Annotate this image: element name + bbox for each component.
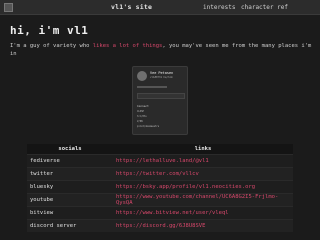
table-row: twitter https://twitter.com/vllcv [27,166,293,180]
interests-link[interactable]: likes a lot of things [93,43,163,49]
social-name: bitview [27,205,113,219]
site-logo-icon[interactable] [4,3,13,12]
card-status-box [137,93,185,99]
social-link[interactable]: https://discord.gg/6J8U8SVE [113,218,293,232]
card-row: CLOSE [137,110,144,113]
nav-link-interests[interactable]: interests [203,4,236,11]
socials-table: socials links fediverse https://lethallu… [27,144,293,232]
intro-text-start: I'm a guy of variety who [10,43,93,49]
column-header-links: links [113,144,293,154]
social-link[interactable]: https://www.bitview.net/user/vleql [113,205,293,219]
social-name: bluesky [27,179,113,193]
social-name: twitter [27,166,113,180]
intro-paragraph: I'm a guy of variety who likes a lot of … [10,42,315,58]
card-row: pilot/dosmaestro [137,125,160,128]
top-nav-bar: vl1's site interests character ref [0,0,320,15]
social-link[interactable]: https://lethalluve.land/@vl1 [113,153,293,167]
table-row: fediverse https://lethalluve.land/@vl1 [27,153,293,167]
card-section-title: Connect [137,104,149,108]
table-header-row: socials links [27,144,293,154]
table-row: bluesky https://bsky.app/profile/vl1.neo… [27,179,293,193]
site-title[interactable]: vl1's site [111,3,152,11]
social-link[interactable]: https://bsky.app/profile/vl1.neocities.o… [113,179,293,193]
column-header-socials: socials [27,144,113,154]
social-name: discord server [27,218,113,232]
profile-name: Vee Petasen [150,71,174,75]
page-title: hi, i'm vl1 [10,24,89,37]
social-name: youtube [27,192,113,206]
social-link[interactable]: https://www.youtube.com/channel/UC6A8G2I… [113,192,293,206]
card-row: tcl/0ts [137,115,147,118]
card-divider [137,86,167,88]
table-row: discord server https://discord.gg/6J8U8S… [27,218,293,232]
social-name: fediverse [27,153,113,167]
profile-subtitle: vl1#0731 he/him [150,76,173,79]
card-row: V/0N [137,120,143,123]
table-row: bitview https://www.bitview.net/user/vle… [27,205,293,219]
avatar [137,71,147,81]
nav-link-character-ref[interactable]: character ref [241,4,288,11]
social-link[interactable]: https://twitter.com/vllcv [113,166,293,180]
profile-card-image: Vee Petasen vl1#0731 he/him Connect CLOS… [132,66,188,135]
table-row: youtube https://www.youtube.com/channel/… [27,192,293,206]
